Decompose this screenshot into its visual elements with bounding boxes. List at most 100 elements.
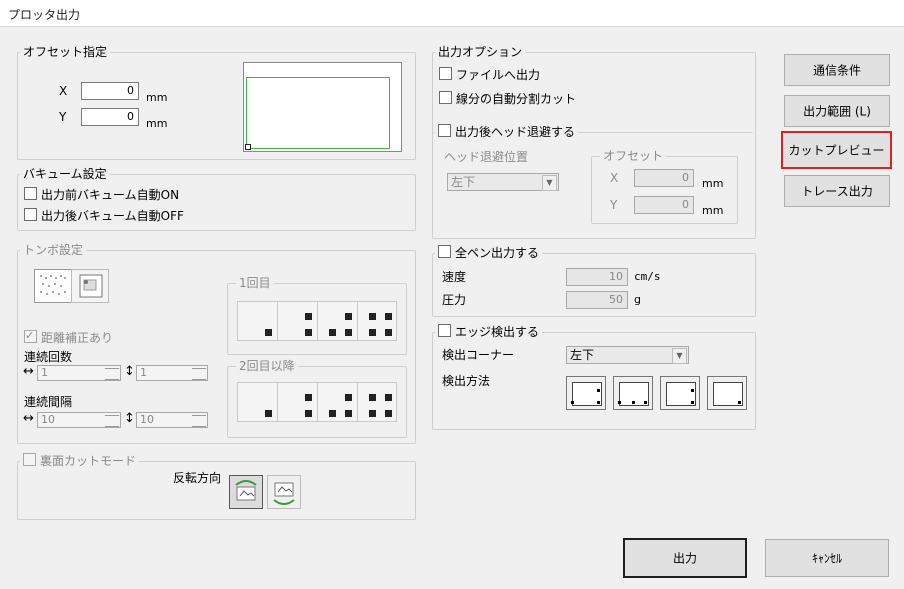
vacuum-group-title: バキューム設定 bbox=[20, 166, 110, 182]
second-tombo-group-title: 2回目以降 bbox=[236, 358, 298, 374]
vacuum-before-on-row[interactable]: 出力前バキューム自動ON bbox=[24, 187, 179, 203]
flip-vertical-button[interactable] bbox=[267, 475, 301, 509]
tombo-group: トンボ設定 1回目 2回目以降 距離補正あり 連続回数 ↔ 1 ↕ 1 連続間隔… bbox=[17, 242, 416, 444]
dotted-grid-icon bbox=[40, 275, 66, 295]
detect-method-4-button[interactable] bbox=[707, 376, 747, 410]
interval-y-spinner[interactable]: 10 bbox=[136, 412, 208, 428]
head-retract-title-row[interactable]: 出力後ヘッド退避する bbox=[435, 124, 579, 140]
backside-cut-checkbox[interactable] bbox=[23, 453, 36, 466]
edge-detect-label: エッジ検出する bbox=[455, 325, 540, 339]
repeat-x-spinner[interactable]: 1 bbox=[37, 365, 121, 381]
cut-preview-button[interactable]: カットプレビュー bbox=[781, 131, 892, 169]
offset-preview-rect bbox=[246, 77, 390, 149]
edge-detect-group: エッジ検出する 検出コーナー 左下 ▼ 検出方法 bbox=[432, 324, 756, 430]
second-tombo-4-tile[interactable] bbox=[357, 382, 397, 422]
detect-method-2-button[interactable] bbox=[613, 376, 653, 410]
origin-marker bbox=[245, 144, 251, 150]
distance-correction-checkbox[interactable] bbox=[24, 328, 37, 344]
head-retract-offset-group: オフセット X 0 mm Y 0 mm bbox=[591, 148, 738, 224]
first-tombo-2-tile[interactable] bbox=[277, 301, 317, 341]
distance-correction-row[interactable]: 距離補正あり bbox=[24, 328, 114, 346]
output-to-file-checkbox[interactable] bbox=[439, 67, 452, 80]
offset-group-title: オフセット指定 bbox=[20, 44, 111, 60]
first-tombo-4-tile[interactable] bbox=[357, 301, 397, 341]
second-tombo-2-tile[interactable] bbox=[277, 382, 317, 422]
edge-detect-title-row[interactable]: エッジ検出する bbox=[435, 324, 543, 340]
speed-label: 速度 bbox=[442, 270, 467, 284]
title-bar: プロッタ出力 bbox=[0, 0, 904, 27]
detect-method-1-button[interactable] bbox=[566, 376, 606, 410]
horizontal-arrow-icon: ↔ bbox=[23, 364, 34, 379]
head-retract-offset-title: オフセット bbox=[600, 148, 667, 164]
vacuum-group: バキューム設定 出力前バキューム自動ON 出力後バキューム自動OFF bbox=[17, 166, 416, 231]
distance-correction-label: 距離補正あり bbox=[41, 331, 114, 345]
head-retract-label: 出力後ヘッド退避する bbox=[455, 125, 576, 139]
pressure-label: 圧力 bbox=[442, 293, 467, 307]
auto-split-label: 線分の自動分割カット bbox=[456, 92, 577, 106]
first-tombo-1-tile[interactable] bbox=[237, 301, 277, 341]
sheet-icon bbox=[79, 274, 103, 298]
second-tombo-1-tile[interactable] bbox=[237, 382, 277, 422]
first-tombo-3-tile[interactable] bbox=[317, 301, 357, 341]
offset-x-input[interactable]: 0 bbox=[81, 82, 139, 100]
detect-method-3-button[interactable] bbox=[660, 376, 700, 410]
auto-split-row[interactable]: 線分の自動分割カット bbox=[439, 91, 576, 107]
edge-detect-checkbox[interactable] bbox=[438, 324, 451, 337]
corner-select[interactable]: 左下 ▼ bbox=[566, 346, 689, 364]
vacuum-before-on-label: 出力前バキューム自動ON bbox=[41, 188, 180, 202]
head-offset-x-input[interactable]: 0 bbox=[634, 169, 694, 187]
backside-cut-title-row[interactable]: 裏面カットモード bbox=[20, 453, 140, 469]
pressure-unit: g bbox=[634, 293, 641, 306]
interval-x-spinner[interactable]: 10 bbox=[37, 412, 121, 428]
all-pen-label: 全ペン出力する bbox=[455, 246, 540, 260]
output-to-file-row[interactable]: ファイルへ出力 bbox=[439, 67, 540, 83]
second-tombo-3-tile[interactable] bbox=[317, 382, 357, 422]
interval-label: 連続間隔 bbox=[24, 395, 73, 409]
backside-cut-group: 裏面カットモード 反転方向 bbox=[17, 453, 416, 520]
offset-y-label: Y bbox=[59, 110, 67, 124]
first-tombo-group: 1回目 bbox=[227, 275, 407, 355]
second-tombo-group: 2回目以降 bbox=[227, 358, 407, 438]
vacuum-after-off-label: 出力後バキューム自動OFF bbox=[41, 209, 184, 223]
method-label: 検出方法 bbox=[442, 374, 491, 388]
flip-horizontal-button[interactable] bbox=[229, 475, 263, 509]
vacuum-before-on-checkbox[interactable] bbox=[24, 187, 37, 200]
tombo-type-b-icon[interactable] bbox=[71, 269, 109, 303]
head-offset-x-unit: mm bbox=[702, 177, 724, 190]
backside-cut-label: 裏面カットモード bbox=[40, 454, 137, 468]
cancel-button[interactable]: ｷｬﾝｾﾙ bbox=[765, 539, 889, 577]
offset-x-unit: mm bbox=[146, 91, 168, 104]
head-retract-position-label: ヘッド退避位置 bbox=[444, 150, 529, 164]
head-retract-checkbox[interactable] bbox=[438, 124, 451, 137]
speed-input[interactable]: 10 bbox=[566, 268, 628, 286]
all-pen-title-row[interactable]: 全ペン出力する bbox=[435, 245, 543, 261]
repeat-count-label: 連続回数 bbox=[24, 350, 73, 364]
pressure-input[interactable]: 50 bbox=[566, 291, 628, 309]
comm-settings-button[interactable]: 通信条件 bbox=[784, 54, 890, 86]
tombo-type-a-icon[interactable] bbox=[34, 269, 72, 303]
all-pen-group: 全ペン出力する 速度 10 cm/s 圧力 50 g bbox=[432, 245, 756, 317]
trace-output-button[interactable]: トレース出力 bbox=[784, 175, 890, 207]
offset-y-unit: mm bbox=[146, 117, 168, 130]
window-title: プロッタ出力 bbox=[8, 8, 81, 22]
all-pen-checkbox[interactable] bbox=[438, 245, 451, 258]
head-offset-x-label: X bbox=[610, 171, 619, 185]
head-offset-y-unit: mm bbox=[702, 204, 724, 217]
repeat-y-spinner[interactable]: 1 bbox=[136, 365, 208, 381]
vacuum-after-off-row[interactable]: 出力後バキューム自動OFF bbox=[24, 208, 184, 224]
head-retract-position-select[interactable]: 左下 ▼ bbox=[447, 173, 559, 191]
flip-vertical-icon bbox=[273, 482, 295, 505]
output-options-title: 出力オプション bbox=[435, 44, 526, 60]
vacuum-after-off-checkbox[interactable] bbox=[24, 208, 37, 221]
head-offset-y-input[interactable]: 0 bbox=[634, 196, 694, 214]
offset-y-input[interactable]: 0 bbox=[81, 108, 139, 126]
vertical-arrow-icon: ↕ bbox=[124, 364, 135, 379]
auto-split-checkbox[interactable] bbox=[439, 91, 452, 104]
output-range-button[interactable]: 出力範囲 (L) bbox=[784, 95, 890, 127]
vertical-arrow-icon: ↕ bbox=[124, 411, 135, 426]
flip-horizontal-icon bbox=[235, 480, 257, 501]
tombo-group-title: トンボ設定 bbox=[20, 242, 87, 258]
output-button[interactable]: 出力 bbox=[623, 538, 747, 578]
horizontal-arrow-icon: ↔ bbox=[23, 411, 34, 426]
speed-unit: cm/s bbox=[634, 270, 661, 283]
